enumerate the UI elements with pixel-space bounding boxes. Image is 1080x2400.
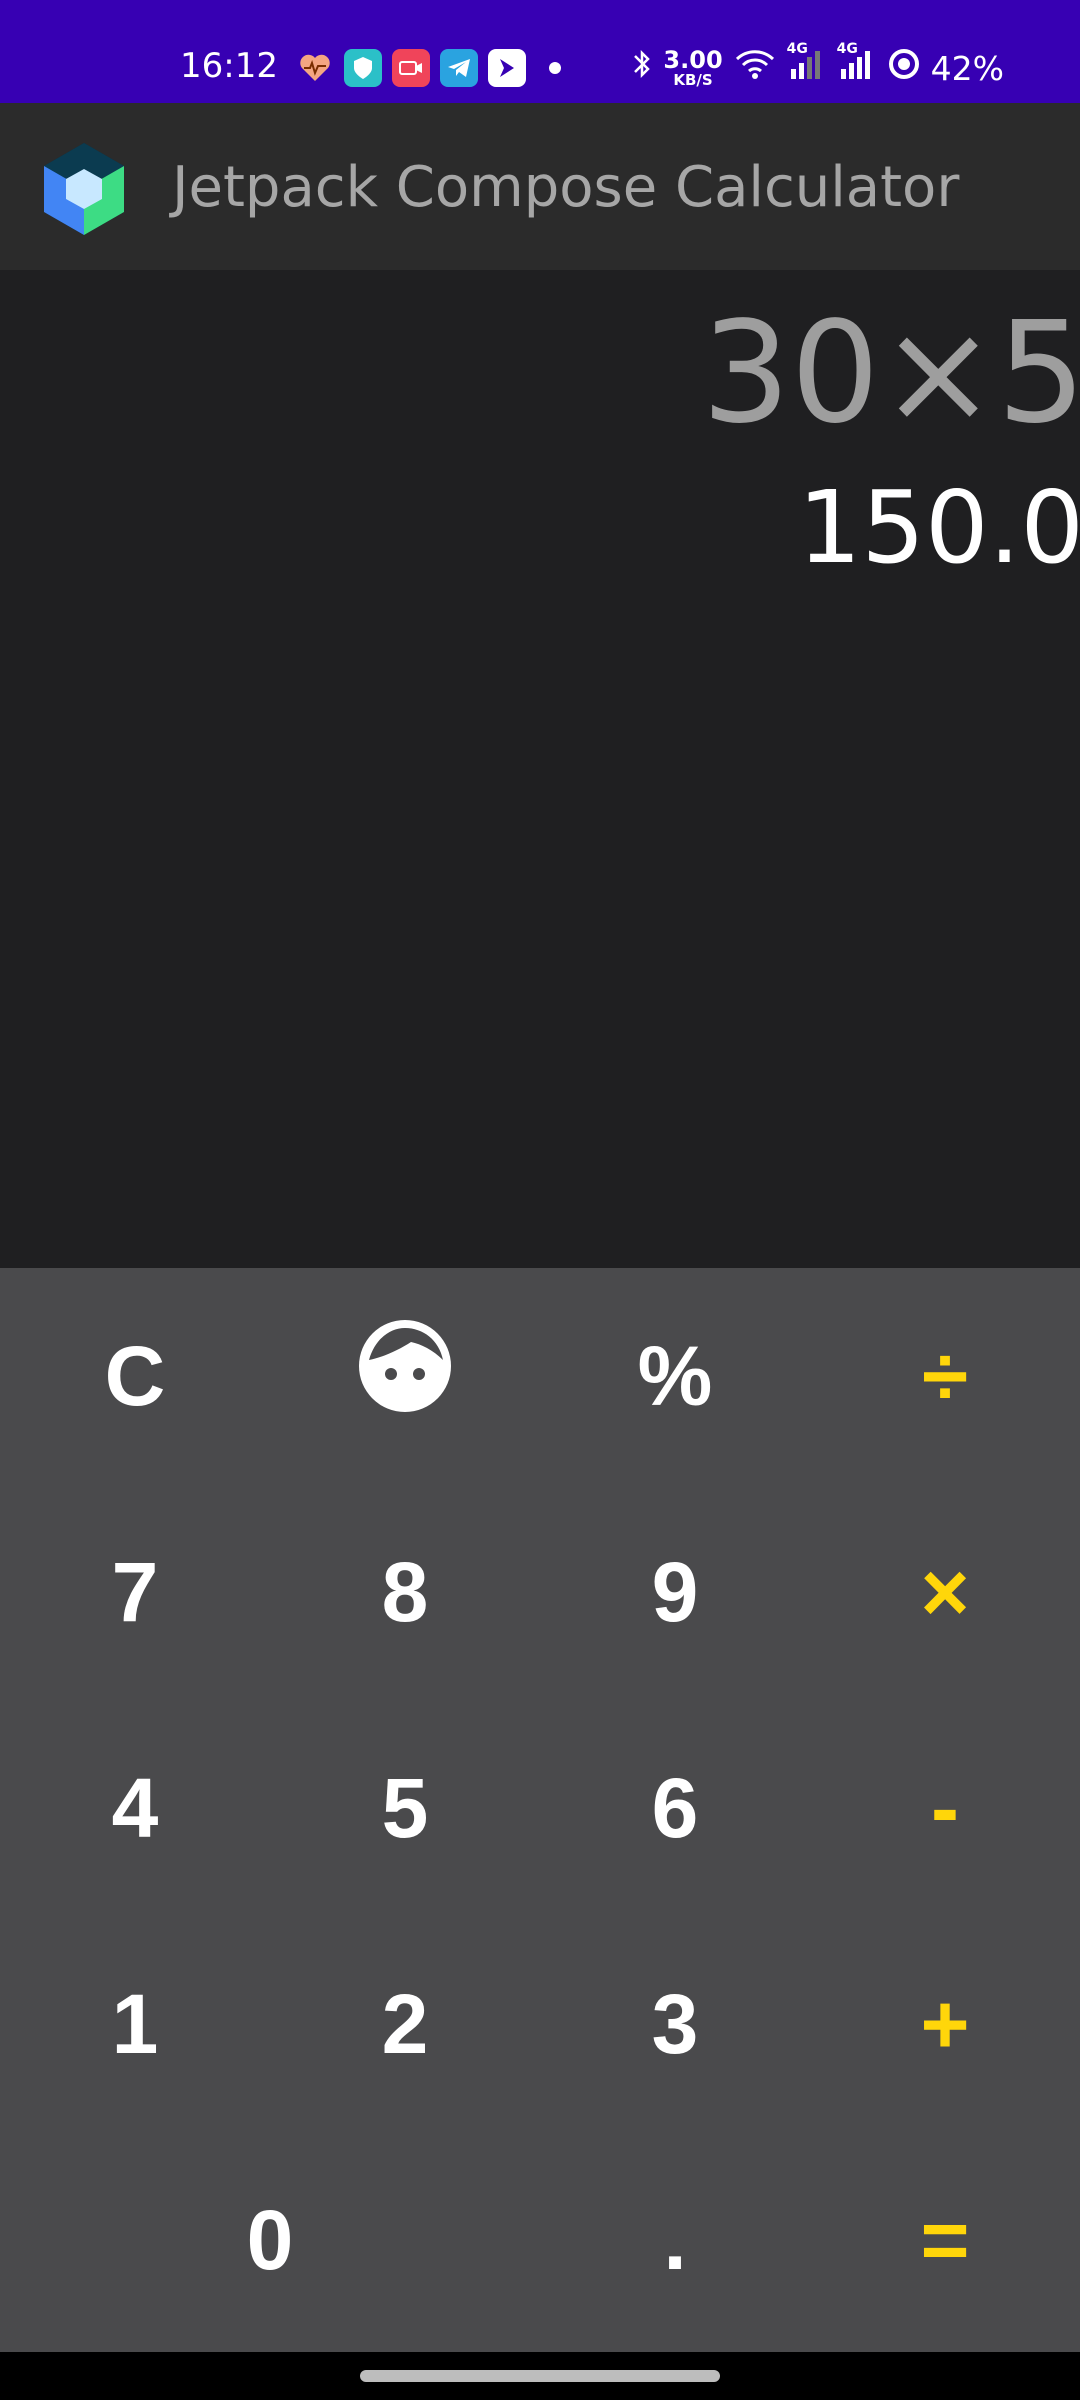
face-button[interactable]: [270, 1268, 540, 1484]
multiply-button[interactable]: ×: [810, 1484, 1080, 1700]
digit-2-button[interactable]: 2: [270, 1916, 540, 2132]
bird-icon: [488, 49, 526, 87]
status-bar: 16:12 3.00 KB/S 4G 4G 42%: [0, 0, 1080, 103]
digit-1-button[interactable]: 1: [0, 1916, 270, 2132]
heart-rate-icon: [296, 49, 334, 87]
app-bar: Jetpack Compose Calculator: [0, 103, 1080, 270]
bluetooth-icon: [631, 47, 653, 89]
calculator-display: 30×5 150.0: [0, 270, 1080, 1268]
percent-button[interactable]: %: [540, 1268, 810, 1484]
decimal-button[interactable]: .: [540, 2132, 810, 2348]
video-icon: [392, 49, 430, 87]
digit-8-button[interactable]: 8: [270, 1484, 540, 1700]
shield-icon: [344, 49, 382, 87]
face-icon: [355, 1316, 455, 1436]
network-type-label: 4G: [836, 41, 858, 57]
digit-3-button[interactable]: 3: [540, 1916, 810, 2132]
digit-6-button[interactable]: 6: [540, 1700, 810, 1916]
network-type-label: 4G: [786, 41, 808, 57]
system-status: 3.00 KB/S 4G 4G 42%: [631, 41, 1004, 90]
notification-icons: [296, 46, 574, 90]
telegram-icon: [440, 49, 478, 87]
divide-button[interactable]: ÷: [810, 1268, 1080, 1484]
add-button[interactable]: +: [810, 1916, 1080, 2132]
status-time: 16:12: [180, 46, 278, 86]
clear-button[interactable]: C: [0, 1268, 270, 1484]
digit-7-button[interactable]: 7: [0, 1484, 270, 1700]
signal-icon-2: 4G: [837, 41, 877, 89]
home-gesture-handle[interactable]: [360, 2370, 720, 2382]
digit-0-button[interactable]: 0: [0, 2132, 540, 2348]
result-text: 150.0: [797, 469, 1080, 586]
app-title: Jetpack Compose Calculator: [172, 155, 960, 220]
subtract-button[interactable]: -: [810, 1700, 1080, 1916]
digit-4-button[interactable]: 4: [0, 1700, 270, 1916]
digit-5-button[interactable]: 5: [270, 1700, 540, 1916]
battery-icon: [887, 47, 921, 89]
equals-button[interactable]: =: [810, 2132, 1080, 2348]
battery-level: 42%: [930, 48, 1004, 88]
wifi-icon: [733, 47, 777, 89]
network-speed-value: 3.00: [663, 46, 723, 74]
navigation-bar: [0, 2352, 1080, 2400]
jetpack-compose-logo-icon: [32, 139, 136, 239]
expression-text: 30×5: [701, 292, 1080, 455]
network-speed-unit: KB/S: [673, 71, 713, 89]
network-speed: 3.00 KB/S: [663, 48, 722, 88]
keypad: C % ÷ 7 8 9 × 4 5 6 - 1 2 3 + 0 . =: [0, 1268, 1080, 2352]
digit-9-button[interactable]: 9: [540, 1484, 810, 1700]
signal-icon-1: 4G: [787, 41, 827, 89]
dot-icon: [536, 49, 574, 87]
